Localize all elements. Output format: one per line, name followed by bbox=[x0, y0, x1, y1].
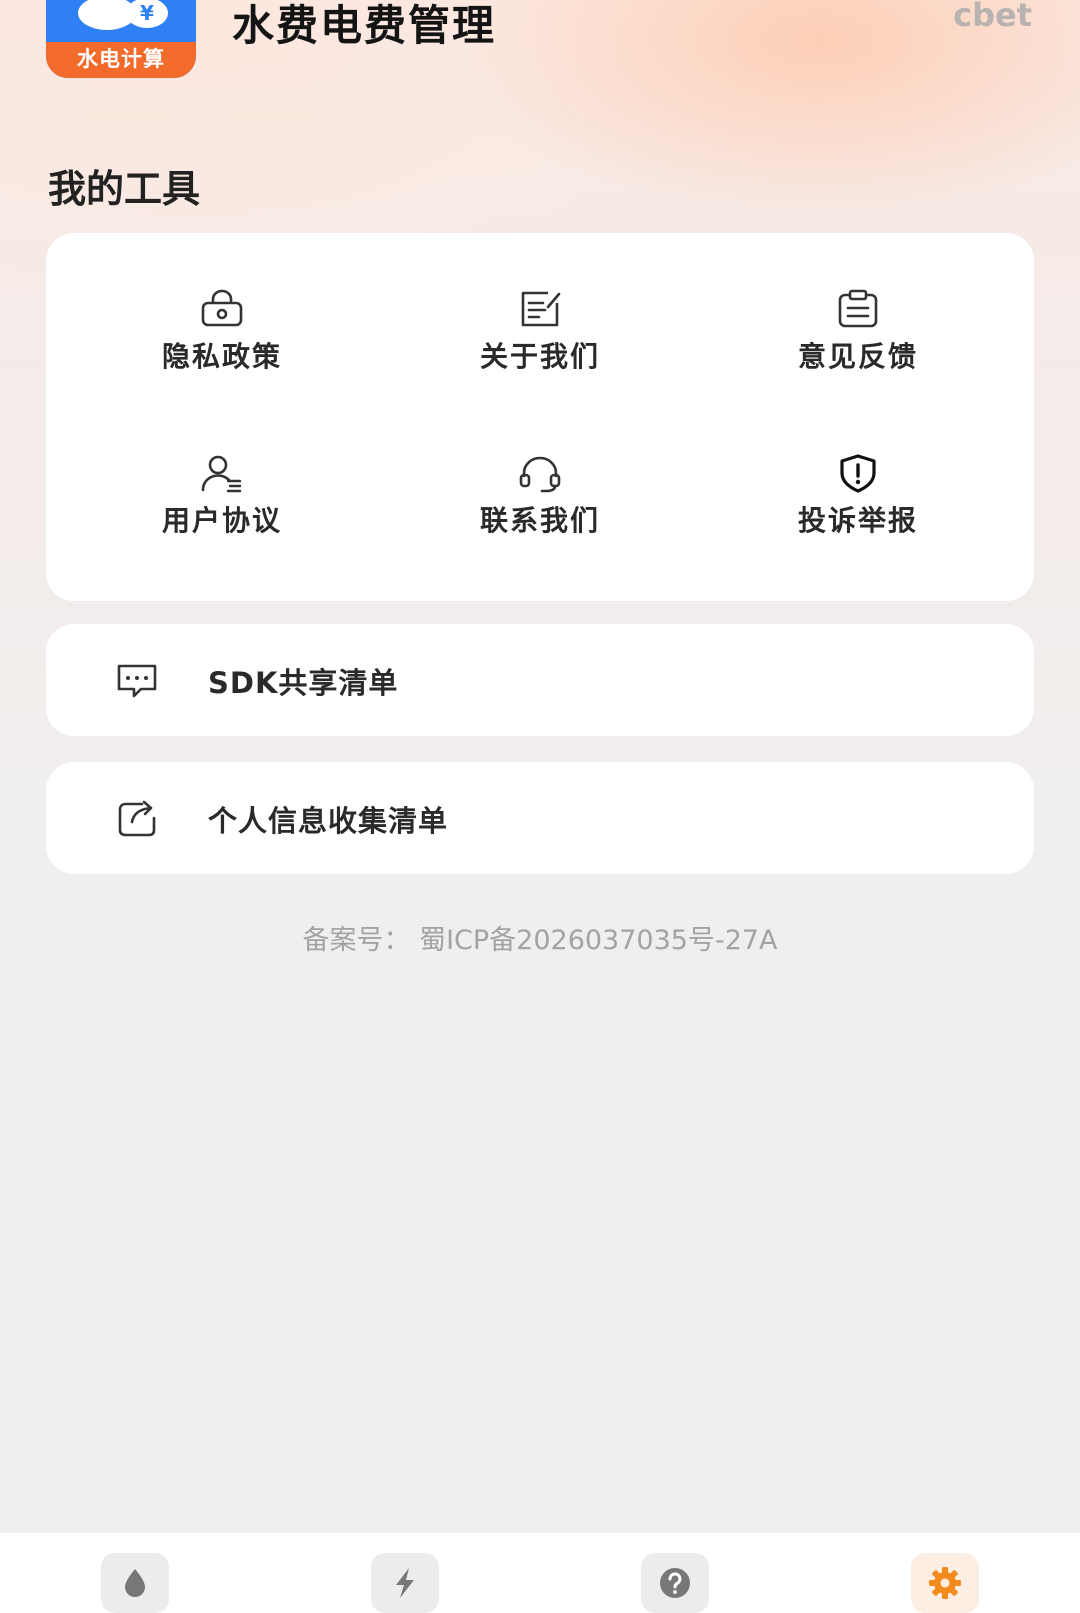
tool-label: 联系我们 bbox=[479, 504, 600, 537]
app-title: 水费电费管理 bbox=[232, 1, 497, 50]
tab-electricity[interactable] bbox=[371, 1553, 439, 1613]
yuan-coin-icon: ¥ bbox=[126, 0, 168, 28]
tool-label: 意见反馈 bbox=[797, 340, 918, 373]
edit-note-icon bbox=[521, 291, 561, 327]
water-drop-icon bbox=[125, 1569, 145, 1597]
bottom-tab-bar bbox=[0, 1533, 1080, 1613]
app-logo: ¥ 水电计算 bbox=[46, 0, 196, 78]
lock-icon bbox=[201, 289, 243, 327]
tools-card: 隐私政策 关于我们 意见反馈 用户协议 联系我们 投诉举报 bbox=[46, 233, 1034, 601]
message-dots-icon bbox=[117, 664, 157, 698]
tool-user-agreement[interactable]: 用户协议 bbox=[112, 453, 332, 573]
tool-label: 投诉举报 bbox=[797, 504, 918, 537]
tool-label: 隐私政策 bbox=[161, 340, 282, 373]
share-box-icon bbox=[118, 800, 156, 837]
logo-label: 水电计算 bbox=[46, 42, 196, 78]
tool-about-us[interactable]: 关于我们 bbox=[430, 289, 650, 409]
tool-complaint-report[interactable]: 投诉举报 bbox=[748, 453, 968, 573]
clipboard-icon bbox=[838, 289, 878, 328]
user-list-icon bbox=[201, 455, 242, 493]
section-title: 我的工具 bbox=[48, 167, 201, 211]
tab-settings[interactable] bbox=[911, 1553, 979, 1613]
row-personal-info-list[interactable]: 个人信息收集清单 bbox=[46, 762, 1034, 874]
tab-help[interactable] bbox=[641, 1553, 709, 1613]
row-label: SDK共享清单 bbox=[208, 666, 399, 700]
tab-water[interactable] bbox=[101, 1553, 169, 1613]
shield-alert-icon bbox=[840, 454, 876, 493]
gear-icon bbox=[929, 1567, 961, 1599]
row-label: 个人信息收集清单 bbox=[208, 804, 449, 838]
tool-label: 用户协议 bbox=[161, 504, 282, 537]
tool-privacy-policy[interactable]: 隐私政策 bbox=[112, 289, 332, 409]
header: ¥ 水电计算 水费电费管理 cbet bbox=[0, 0, 1080, 100]
row-sdk-list[interactable]: SDK共享清单 bbox=[46, 624, 1034, 736]
watermark-text: cbet bbox=[953, 0, 1032, 34]
icp-record: 备案号： 蜀ICP备2026037035号-27A bbox=[302, 925, 778, 956]
tool-contact-us[interactable]: 联系我们 bbox=[430, 453, 650, 573]
lightning-icon bbox=[396, 1568, 414, 1598]
question-icon bbox=[660, 1568, 690, 1598]
tool-label: 关于我们 bbox=[479, 340, 600, 373]
headset-icon bbox=[519, 456, 561, 493]
tool-feedback[interactable]: 意见反馈 bbox=[748, 289, 968, 409]
